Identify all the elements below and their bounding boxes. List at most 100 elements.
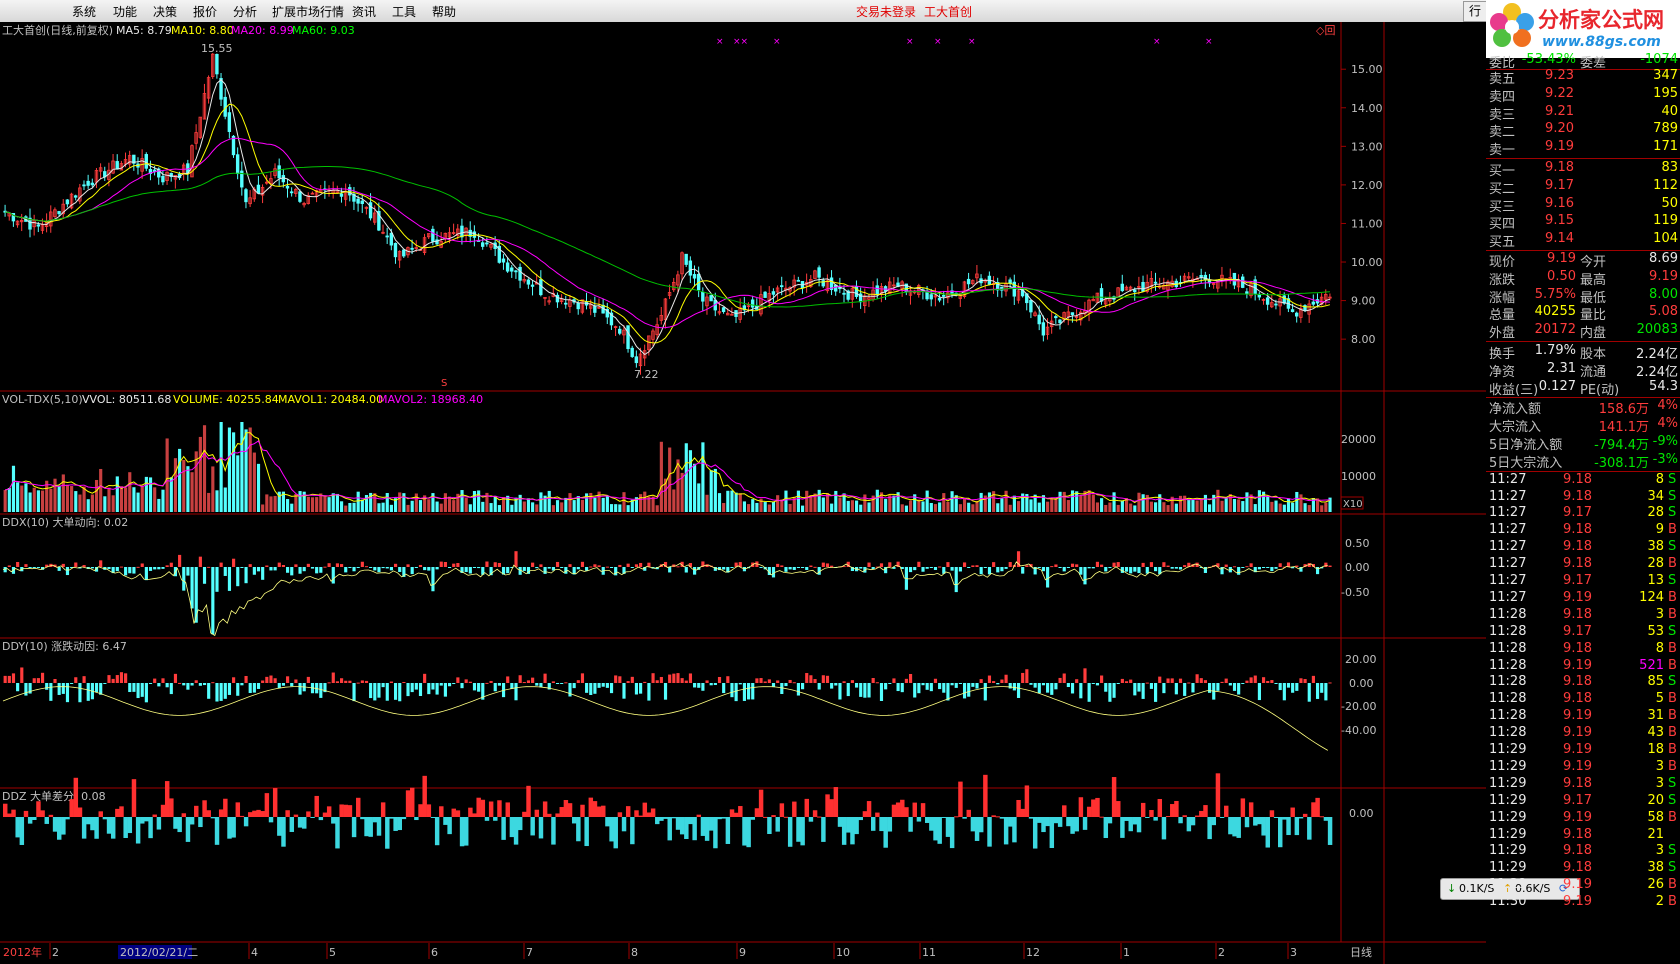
- ddy-bar: [45, 683, 49, 690]
- ddz-area: [389, 817, 394, 819]
- ddz-area: [1278, 817, 1283, 848]
- ddz-area: [356, 797, 361, 817]
- ddy-bar: [1149, 683, 1154, 689]
- ddy-bar: [668, 674, 672, 683]
- menu-tools[interactable]: 工具: [392, 3, 416, 20]
- ddx-bar: [585, 567, 589, 571]
- candle-body: [576, 302, 580, 310]
- candle-body: [1141, 281, 1145, 292]
- ddy-bar: [651, 673, 655, 683]
- ddx-bar: [198, 556, 202, 567]
- ddz-area: [920, 803, 926, 817]
- volume-bar: [784, 490, 788, 512]
- ddz-area: [895, 802, 901, 817]
- volume-bar: [49, 488, 53, 512]
- ddy-bar: [572, 683, 576, 689]
- ddz-area: [1194, 815, 1200, 817]
- ddy-bar: [202, 683, 207, 686]
- volume-bar: [65, 484, 70, 512]
- flow-percent: -3%: [1652, 451, 1678, 467]
- volume-bar: [1174, 503, 1178, 512]
- ddx-bar: [227, 567, 232, 591]
- ddy-bar: [182, 683, 186, 686]
- ddy-bar: [294, 679, 298, 683]
- ddz-area: [405, 790, 411, 817]
- candle-body: [929, 294, 933, 300]
- ddy-bar: [1145, 682, 1149, 684]
- ddx-bar: [813, 566, 817, 568]
- ddz-area: [3, 803, 8, 817]
- candle-body: [90, 182, 94, 186]
- ddz-area: [696, 814, 702, 817]
- ddy-bar: [418, 683, 423, 697]
- tick-direction: S: [1668, 623, 1677, 639]
- ddy-bar: [240, 683, 244, 686]
- ddz-area: [517, 817, 523, 831]
- volume-bar: [36, 490, 40, 512]
- ddz-area: [86, 817, 91, 825]
- tick-price: 9.17: [1563, 623, 1592, 639]
- ddx-bar: [730, 567, 734, 568]
- ddx-bar: [639, 562, 643, 567]
- ddz-area: [1170, 804, 1175, 817]
- ddz-area: [1008, 817, 1013, 827]
- stat-label: 最低: [1580, 290, 1607, 306]
- ddy-bar: [1054, 683, 1058, 690]
- buy-level-label: 买二: [1489, 181, 1516, 197]
- ddy-bar: [327, 682, 331, 684]
- ddz-area: [61, 817, 66, 835]
- ddz-area: [1165, 816, 1171, 818]
- menu-extended-market[interactable]: 扩展市场行情: [272, 3, 344, 20]
- ddx-bar: [693, 567, 697, 575]
- ddx-legend: DDX(10) 大单动向: 0.02: [2, 515, 128, 529]
- ddx-bar: [859, 567, 863, 569]
- ddx-bar: [28, 567, 32, 568]
- ddx-bar: [1129, 567, 1133, 574]
- menu-quote[interactable]: 报价: [193, 3, 217, 20]
- ddx-bar: [568, 564, 572, 567]
- menu-info[interactable]: 资讯: [352, 3, 376, 20]
- ddz-area: [1253, 817, 1258, 826]
- ddy-bar: [747, 683, 751, 700]
- menu-decision[interactable]: 决策: [153, 3, 177, 20]
- ddz-area: [1261, 817, 1266, 836]
- ddz-area: [1286, 817, 1291, 836]
- volume-bar: [1016, 501, 1021, 512]
- volume-bar: [144, 476, 148, 512]
- buy-level-volume: 83: [1661, 160, 1678, 175]
- volume-bar: [821, 497, 825, 512]
- menu-analysis[interactable]: 分析: [233, 3, 257, 20]
- ddx-bar: [148, 567, 153, 571]
- ddz-area: [36, 801, 41, 817]
- ddy-bar: [489, 680, 493, 683]
- ddy-bar: [16, 683, 20, 692]
- candle-body: [518, 266, 522, 281]
- volume-bar: [186, 466, 190, 512]
- volume-bar: [86, 499, 90, 512]
- ddy-bar: [634, 683, 639, 695]
- tick-time: 11:29: [1489, 742, 1527, 757]
- panel-toggle-icon[interactable]: ◇回: [1316, 24, 1335, 37]
- trade-login-status[interactable]: 交易未登录: [856, 3, 916, 20]
- stat-label: 涨跌: [1489, 272, 1516, 288]
- ddz-area: [1311, 802, 1316, 817]
- ddy-bar: [917, 683, 921, 694]
- volume-bar: [447, 496, 452, 512]
- tick-price: 9.19: [1563, 809, 1592, 825]
- ddz-area: [243, 817, 249, 827]
- menu-system[interactable]: 系统: [72, 3, 96, 20]
- chart-area[interactable]: 工大首创(日线,前复权) MA5: 8.79 MA10: 8.80 MA20: …: [0, 22, 1486, 964]
- ddx-bar: [99, 560, 103, 567]
- quote-toggle-button[interactable]: 行: [1463, 1, 1487, 22]
- period-label[interactable]: 日线: [1350, 945, 1372, 959]
- ddx-bar: [958, 567, 962, 572]
- ddz-area: [135, 817, 141, 844]
- tick-price: 9.19: [1563, 657, 1592, 673]
- ddy-bar: [676, 673, 680, 683]
- ddz-area: [1037, 817, 1042, 823]
- ddx-bar: [16, 562, 20, 567]
- menu-function[interactable]: 功能: [113, 3, 137, 20]
- menu-help[interactable]: 帮助: [432, 3, 456, 20]
- ddy-bar: [136, 683, 140, 699]
- ddy-bar: [830, 683, 834, 689]
